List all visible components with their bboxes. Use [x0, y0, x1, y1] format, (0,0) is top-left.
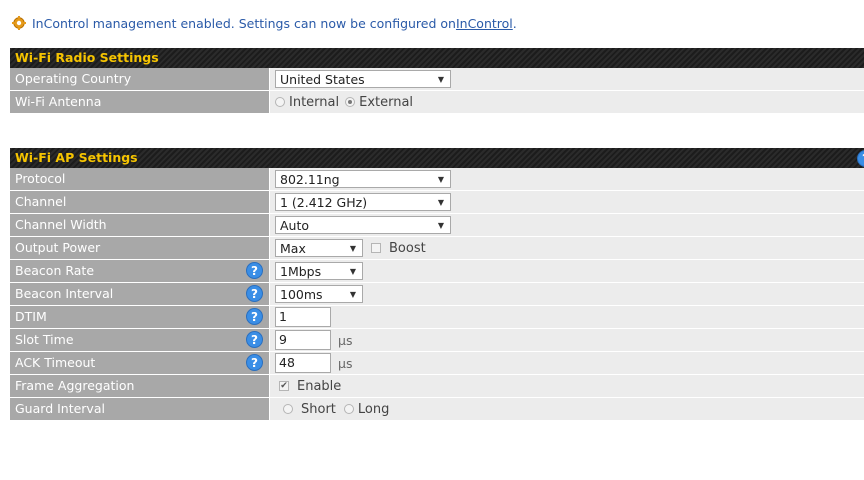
select-value: 802.11ng [280, 172, 340, 187]
channel-select[interactable]: 1 (2.412 GHz) ▼ [275, 193, 451, 211]
help-icon[interactable]: ? [246, 285, 263, 302]
checkbox-label: Enable [297, 378, 342, 394]
help-icon[interactable]: ? [246, 308, 263, 325]
field-label: Guard Interval [10, 398, 269, 420]
frame-aggregation-checkbox[interactable]: ✔ [279, 381, 289, 391]
radio-label: Internal [289, 94, 340, 110]
slot-time-input[interactable]: 9 [275, 330, 331, 350]
beacon-rate-row: Beacon Rate ? 1Mbps ▼ [10, 260, 864, 283]
chevron-down-icon: ▼ [437, 198, 444, 207]
select-value: Max [280, 241, 306, 256]
field-label: ACK Timeout ? [10, 352, 269, 374]
field-label: Output Power [10, 237, 269, 259]
channel-width-select[interactable]: Auto ▼ [275, 216, 451, 234]
beacon-interval-row: Beacon Interval ? 100ms ▼ [10, 283, 864, 306]
antenna-internal-radio[interactable] [275, 97, 285, 107]
label-text: Beacon Interval [15, 286, 114, 301]
output-power-row: Output Power Max ▼ Boost [10, 237, 864, 260]
help-icon[interactable]: ? [246, 331, 263, 348]
field-label: Operating Country [10, 68, 269, 90]
field-label: Beacon Rate ? [10, 260, 269, 282]
field-label: Slot Time ? [10, 329, 269, 351]
slot-time-row: Slot Time ? 9 µs [10, 329, 864, 352]
field-label: Channel [10, 191, 269, 213]
notice-text: InControl management enabled. Settings c… [32, 15, 456, 31]
dtim-row: DTIM ? 1 [10, 306, 864, 329]
chevron-down-icon: ▼ [437, 221, 444, 230]
label-text: Slot Time [15, 332, 74, 347]
field-label: Beacon Interval ? [10, 283, 269, 305]
field-label: Frame Aggregation [10, 375, 269, 397]
select-value: 100ms [280, 287, 323, 302]
field-label: DTIM ? [10, 306, 269, 328]
protocol-row: Protocol 802.11ng ▼ [10, 168, 864, 191]
guard-long-radio[interactable] [343, 404, 354, 414]
gear-icon [12, 16, 26, 30]
operating-country-select[interactable]: United States ▼ [275, 70, 451, 88]
chevron-down-icon: ▼ [349, 244, 356, 253]
chevron-down-icon: ▼ [349, 290, 356, 299]
checkbox-label: Boost [389, 240, 426, 256]
unit-label: µs [338, 355, 353, 371]
select-value: United States [280, 72, 365, 87]
guard-interval-row: Guard Interval Short Long [10, 398, 864, 421]
help-icon[interactable]: ? [246, 354, 263, 371]
wifi-antenna-row: Wi-Fi Antenna Internal External [10, 91, 864, 114]
notice-suffix: . [512, 15, 517, 31]
antenna-external-radio[interactable] [345, 97, 356, 107]
beacon-interval-select[interactable]: 100ms ▼ [275, 285, 363, 303]
field-label: Protocol [10, 168, 269, 190]
dtim-input[interactable]: 1 [275, 307, 331, 327]
wifi-radio-settings-section: Wi-Fi Radio Settings Operating Country U… [10, 48, 864, 114]
guard-short-radio[interactable] [283, 404, 293, 414]
radio-label: External [359, 94, 414, 110]
ack-timeout-row: ACK Timeout ? 48 µs [10, 352, 864, 375]
select-value: Auto [280, 218, 310, 233]
select-value: 1 (2.412 GHz) [280, 195, 368, 210]
output-power-select[interactable]: Max ▼ [275, 239, 363, 257]
section-header: Wi-Fi AP Settings ? [10, 148, 864, 168]
radio-label: Long [357, 401, 390, 417]
section-title: Wi-Fi AP Settings [15, 150, 138, 165]
incontrol-link[interactable]: InControl [456, 16, 513, 31]
field-label: Channel Width [10, 214, 269, 236]
field-label: Wi-Fi Antenna [10, 91, 269, 113]
incontrol-notice: InControl management enabled. Settings c… [12, 14, 517, 32]
protocol-select[interactable]: 802.11ng ▼ [275, 170, 451, 188]
frame-aggregation-row: Frame Aggregation ✔ Enable [10, 375, 864, 398]
chevron-down-icon: ▼ [437, 175, 444, 184]
channel-width-row: Channel Width Auto ▼ [10, 214, 864, 237]
unit-label: µs [338, 332, 353, 348]
chevron-down-icon: ▼ [437, 75, 444, 84]
help-icon[interactable]: ? [246, 262, 263, 279]
help-icon[interactable]: ? [857, 150, 864, 167]
select-value: 1Mbps [280, 264, 322, 279]
section-header: Wi-Fi Radio Settings [10, 48, 864, 68]
wifi-ap-settings-section: Wi-Fi AP Settings ? Protocol 802.11ng ▼ … [10, 148, 864, 421]
operating-country-row: Operating Country United States ▼ [10, 68, 864, 91]
chevron-down-icon: ▼ [349, 267, 356, 276]
beacon-rate-select[interactable]: 1Mbps ▼ [275, 262, 363, 280]
radio-label: Short [301, 401, 336, 417]
label-text: ACK Timeout [15, 355, 96, 370]
label-text: Beacon Rate [15, 263, 95, 278]
channel-row: Channel 1 (2.412 GHz) ▼ [10, 191, 864, 214]
label-text: DTIM [15, 309, 47, 324]
ack-timeout-input[interactable]: 48 [275, 353, 331, 373]
boost-checkbox[interactable] [371, 243, 381, 253]
